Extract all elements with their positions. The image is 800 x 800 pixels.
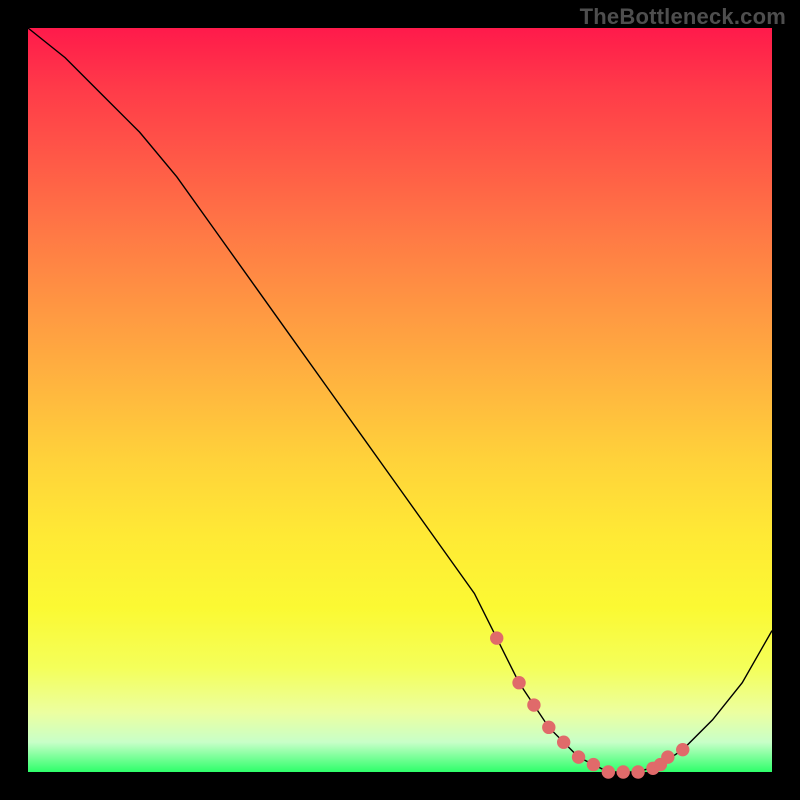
chart-container: TheBottleneck.com [0, 0, 800, 800]
valley-marker [631, 765, 644, 778]
valley-marker [490, 631, 503, 644]
valley-marker [557, 736, 570, 749]
plot-area [28, 28, 772, 772]
valley-marker [661, 750, 674, 763]
curve-svg [28, 28, 772, 772]
watermark-text: TheBottleneck.com [580, 4, 786, 30]
valley-marker [572, 750, 585, 763]
valley-marker [602, 765, 615, 778]
valley-marker [587, 758, 600, 771]
valley-marker [676, 743, 689, 756]
valley-marker [542, 721, 555, 734]
valley-markers [490, 631, 689, 778]
bottleneck-curve [28, 28, 772, 772]
valley-marker [527, 698, 540, 711]
valley-marker [617, 765, 630, 778]
valley-marker [512, 676, 525, 689]
